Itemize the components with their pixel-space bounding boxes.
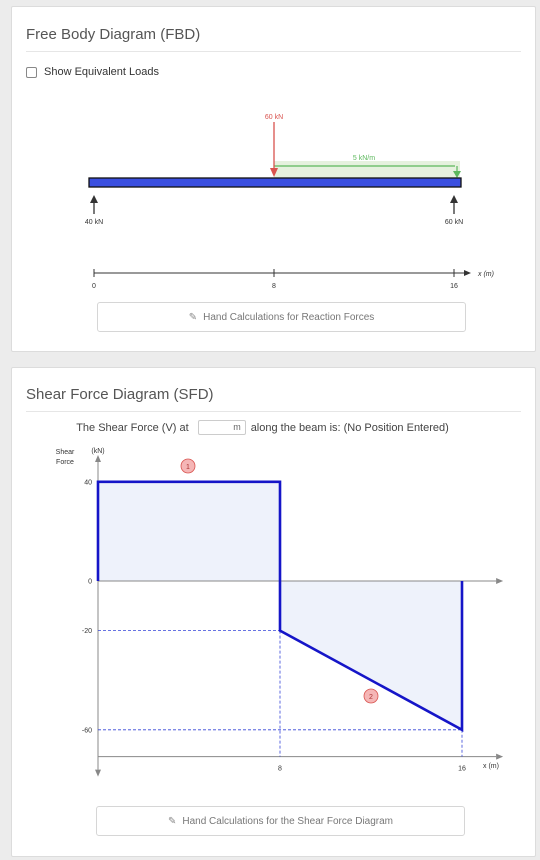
sfd-y-title-line2: Force xyxy=(56,459,74,466)
sfd-x-axis-label: x (m) xyxy=(483,763,499,770)
sfd-y-tick-label: 0 xyxy=(88,579,92,586)
shear-force-calc-button[interactable]: ✎ Hand Calculations for the Shear Force … xyxy=(96,806,465,836)
sfd-marks: 40 0 -20 -60 8 16 xyxy=(82,454,504,777)
sfd-y-tick-label: -60 xyxy=(82,727,92,734)
sfd-y-axis-up-arrow-icon xyxy=(95,454,101,462)
sfd-y-tick-label: -20 xyxy=(82,628,92,635)
sfd-y-axis-down-arrow-icon xyxy=(95,769,101,777)
sfd-x-tick-label: 16 xyxy=(458,766,466,773)
sfd-region-marker-1-label: 1 xyxy=(186,464,190,471)
sfd-y-unit: (kN) xyxy=(91,448,104,455)
sfd-chart: Shear Force (kN) x (m) 40 0 -20 -60 8 16 1 2 xyxy=(56,448,504,777)
shear-force-calc-label: Hand Calculations for the Shear Force Di… xyxy=(182,815,394,827)
pencil-icon: ✎ xyxy=(167,815,177,827)
sfd-x-axis-arrow-icon xyxy=(496,753,504,760)
sfd-x-tick-label: 8 xyxy=(278,766,282,773)
sfd-y-tick-label: 40 xyxy=(84,479,92,486)
sfd-y-title-line1: Shear xyxy=(56,449,75,456)
sfd-zero-axis-arrow-icon xyxy=(496,578,504,584)
sfd-region-marker-2-label: 2 xyxy=(369,694,373,701)
